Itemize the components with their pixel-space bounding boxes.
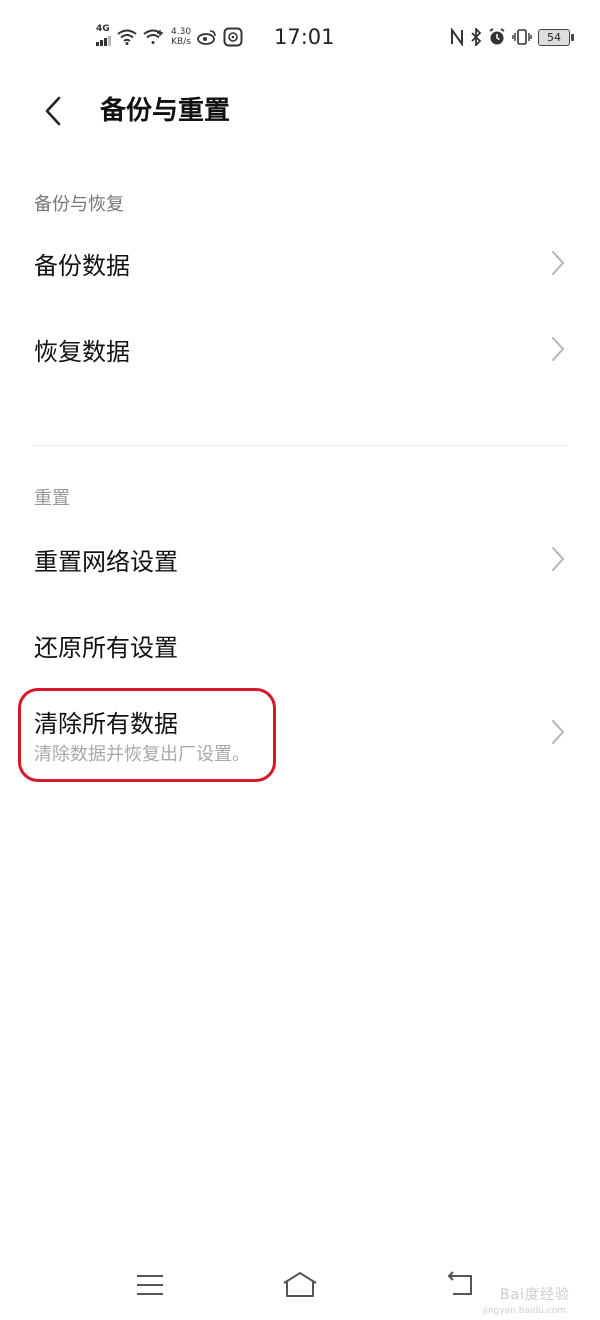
status-bar: 4G 4.30 KB/s 17:01 54 — [0, 0, 600, 74]
network-type: 4G — [96, 24, 110, 34]
status-time: 17:01 — [274, 25, 335, 49]
restore-data-label: 恢复数据 — [34, 338, 130, 366]
wifi-plus-icon — [143, 29, 163, 44]
back-button[interactable] — [30, 88, 76, 134]
section-header-backup: 备份与恢复 — [34, 194, 124, 215]
back-arrow-icon — [45, 96, 61, 126]
backup-data-label: 备份数据 — [34, 252, 130, 280]
battery-icon: 54 — [538, 28, 574, 46]
alarm-icon — [489, 28, 505, 45]
net-speed: 4.30 KB/s — [171, 27, 191, 47]
status-right: 54 — [450, 22, 574, 52]
home-button[interactable] — [270, 1260, 330, 1310]
highlight-annotation — [18, 688, 276, 782]
weibo-icon — [197, 30, 216, 45]
section-divider — [32, 445, 568, 446]
vibrate-icon — [512, 29, 532, 45]
reset-network-label: 重置网络设置 — [34, 548, 178, 576]
restore-all-settings-item[interactable]: 还原所有设置 — [0, 604, 600, 686]
restore-all-settings-label: 还原所有设置 — [34, 634, 178, 662]
chevron-right-icon — [552, 547, 565, 571]
battery-level: 54 — [547, 30, 561, 44]
watermark-brand: Bai度经验 — [499, 1287, 570, 1303]
section-header-reset: 重置 — [34, 488, 70, 509]
navigation-bar: Bai度经验 jingyan.baidu.com — [0, 1250, 600, 1320]
status-left: 4G 4.30 KB/s — [96, 22, 243, 52]
back-nav-icon — [447, 1271, 472, 1295]
menu-button[interactable] — [120, 1260, 180, 1310]
chevron-right-icon — [552, 720, 565, 744]
reset-network-item[interactable]: 重置网络设置 — [0, 518, 600, 600]
watermark-url: jingyan.baidu.com — [482, 1306, 566, 1316]
speed-unit: KB/s — [171, 37, 191, 47]
signal-icon: 4G — [96, 24, 111, 46]
speed-value: 4.30 — [171, 27, 192, 37]
chevron-right-icon — [552, 337, 565, 361]
nfc-icon — [451, 28, 463, 46]
wifi-icon — [117, 29, 137, 45]
backup-data-item[interactable]: 备份数据 — [0, 222, 600, 304]
chevron-right-icon — [552, 251, 565, 275]
home-icon — [283, 1272, 317, 1297]
app-header: 备份与重置 — [0, 78, 600, 144]
menu-icon — [137, 1275, 163, 1295]
page-title: 备份与重置 — [100, 96, 231, 126]
message-icon — [223, 27, 243, 47]
restore-data-item[interactable]: 恢复数据 — [0, 308, 600, 390]
bluetooth-icon — [471, 28, 482, 46]
back-nav-button[interactable] — [430, 1260, 490, 1310]
